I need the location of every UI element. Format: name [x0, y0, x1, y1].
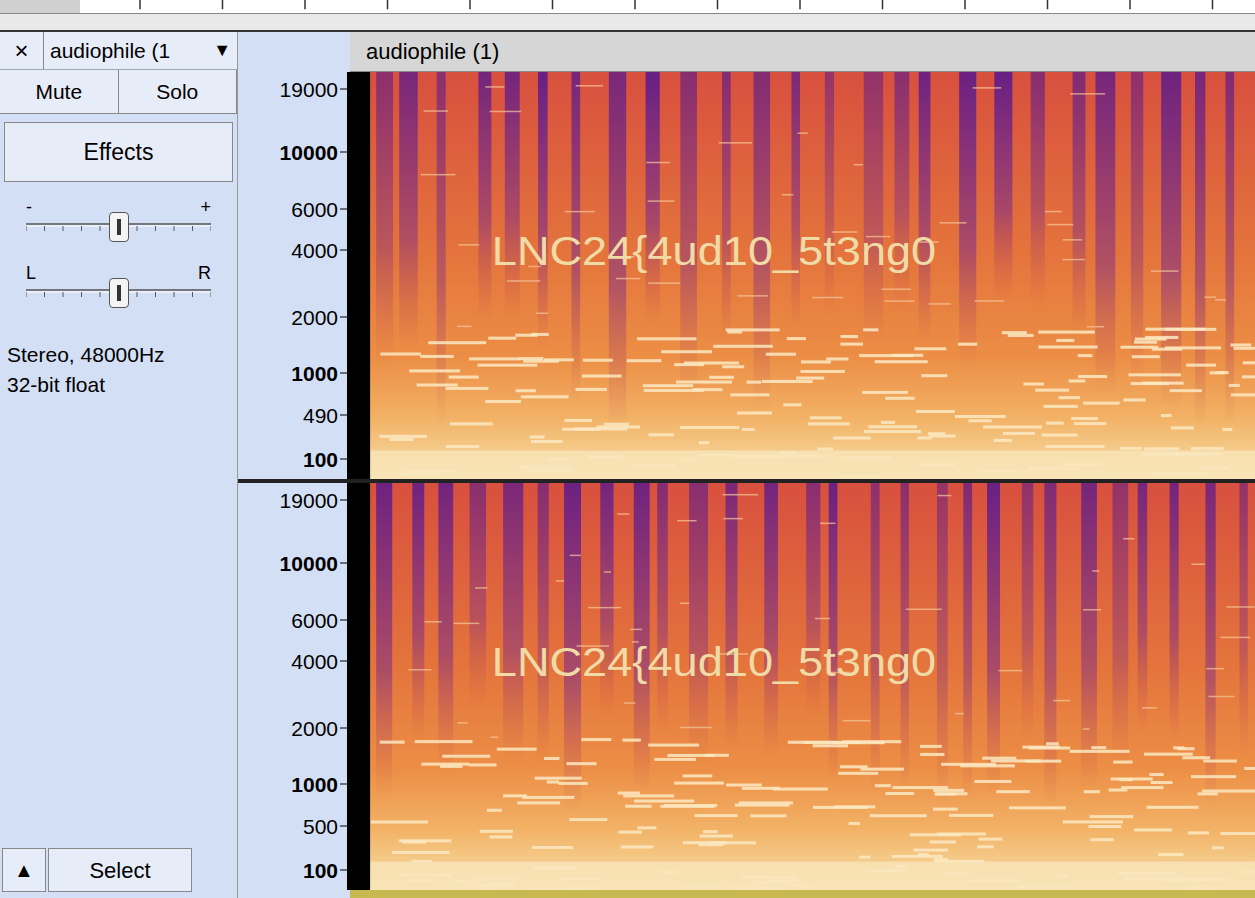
- slider-min-label: -: [26, 198, 32, 216]
- scale-label: 6000: [291, 609, 347, 630]
- audio-channel[interactable]: LNC24{4ud10_5t3ng0: [350, 72, 1255, 483]
- audacity-window: ×audiophile (1▼MuteSoloEffects-+LRStereo…: [0, 0, 1255, 898]
- scale-label: 2000: [291, 307, 347, 328]
- frequency-scale: 19000 10000 6000 4000 2000 1000 500 100: [238, 483, 350, 890]
- effects-button[interactable]: Effects: [4, 122, 233, 182]
- scale-label: 19000: [280, 79, 347, 100]
- spectrogram: LNC24{4ud10_5t3ng0: [350, 483, 1255, 890]
- frequency-scale: 19000 10000 6000 4000 2000 1000 490 100: [238, 72, 350, 479]
- scale-column: 19000 10000 6000 4000 2000 1000 490 100 19000 100…: [238, 32, 350, 898]
- slider-min-label: L: [26, 264, 36, 282]
- slider-max-label: +: [200, 198, 211, 216]
- track-title-bar[interactable]: audiophile (1): [350, 32, 1255, 72]
- scale-label: 100: [303, 859, 347, 880]
- timeline-ruler: [0, 0, 1255, 14]
- track-menu-dropdown[interactable]: audiophile (1▼: [44, 32, 237, 69]
- scale-label: 10000: [280, 141, 347, 162]
- spectrogram: LNC24{4ud10_5t3ng0: [350, 72, 1255, 479]
- track-info: Stereo, 48000Hz32-bit float: [0, 340, 237, 400]
- collapse-button[interactable]: ▲: [2, 848, 46, 892]
- scale-label: 4000: [291, 651, 347, 672]
- scale-label: 19000: [280, 490, 347, 511]
- svg-text:LNC24{4ud10_5t3ng0: LNC24{4ud10_5t3ng0: [492, 228, 936, 274]
- select-button[interactable]: Select: [48, 848, 192, 892]
- track-info-line: Stereo, 48000Hz: [7, 340, 230, 370]
- scale-label: 100: [303, 448, 347, 469]
- track-control-panel: ×audiophile (1▼MuteSoloEffects-+LRStereo…: [0, 32, 238, 898]
- track-info-line: 32-bit float: [7, 370, 230, 400]
- pan-slider[interactable]: LR: [26, 264, 211, 316]
- track: ×audiophile (1▼MuteSoloEffects-+LRStereo…: [0, 32, 1255, 898]
- gain-slider[interactable]: -+: [26, 198, 211, 250]
- scale-label: 500: [303, 815, 347, 836]
- slider-max-label: R: [198, 264, 211, 282]
- dropdown-arrow-icon: ▼: [213, 37, 231, 64]
- scale-label: 2000: [291, 718, 347, 739]
- track-toggle-button[interactable]: Mute: [0, 70, 119, 113]
- scale-label: 1000: [291, 363, 347, 384]
- slider-thumb[interactable]: [109, 278, 129, 308]
- track-display: audiophile (1) LNC24{4ud10_5t3ng0 LNC24{4u…: [350, 32, 1255, 898]
- scale-label: 10000: [280, 552, 347, 573]
- scale-label: 490: [303, 404, 347, 425]
- slider-thumb[interactable]: [109, 212, 129, 242]
- audio-channel[interactable]: LNC24{4ud10_5t3ng0: [350, 483, 1255, 890]
- track-toggle-button[interactable]: Solo: [119, 70, 238, 113]
- close-track-button[interactable]: ×: [0, 32, 44, 69]
- svg-text:LNC24{4ud10_5t3ng0: LNC24{4ud10_5t3ng0: [492, 639, 936, 685]
- scale-label: 6000: [291, 198, 347, 219]
- scale-label: 4000: [291, 240, 347, 261]
- scale-label: 1000: [291, 774, 347, 795]
